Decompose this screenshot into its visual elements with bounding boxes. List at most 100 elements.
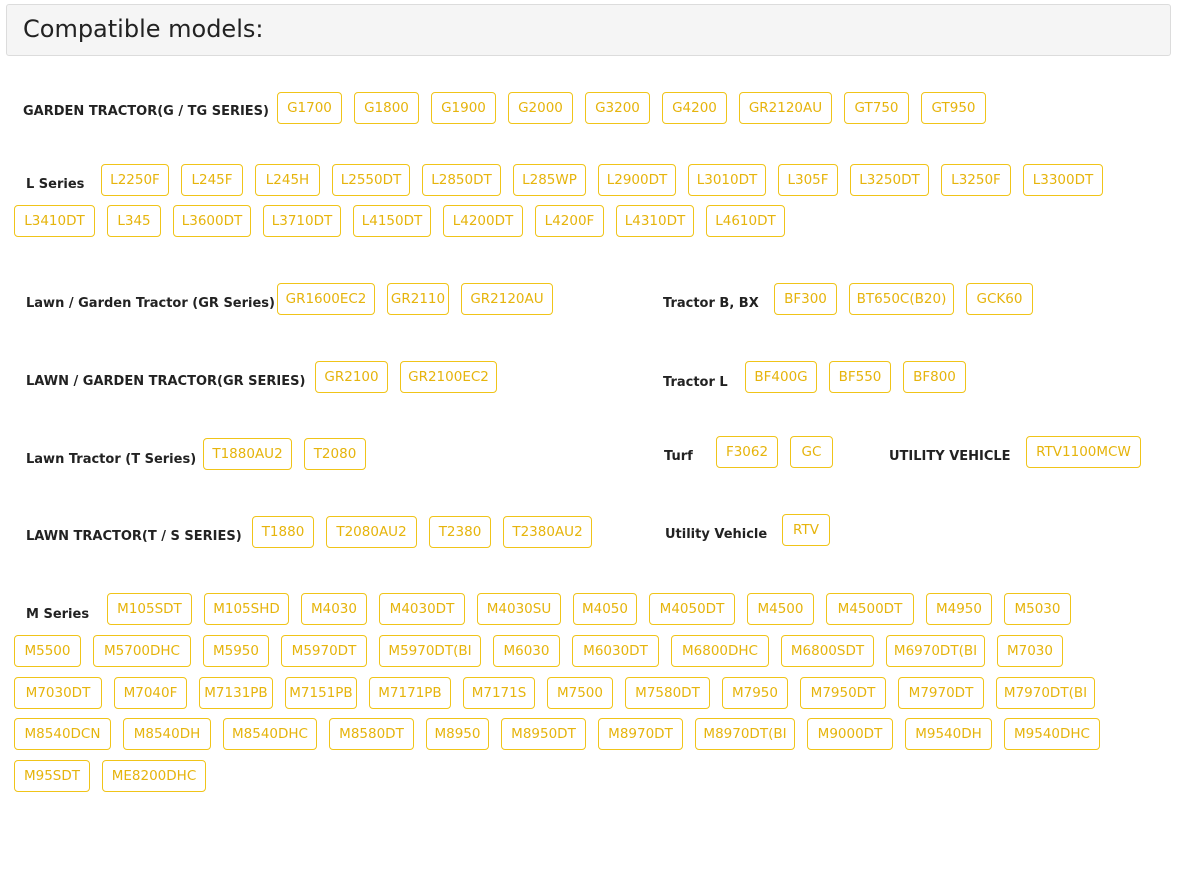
model-chip[interactable]: M8950 [426,718,489,750]
model-chip[interactable]: L285WP [513,164,586,196]
model-chip[interactable]: M4500DT [826,593,914,625]
model-chip[interactable]: L2550DT [332,164,410,196]
model-chip[interactable]: M7950 [722,677,788,709]
model-chip[interactable]: M4050 [573,593,637,625]
model-chip[interactable]: G2000 [508,92,573,124]
model-chip[interactable]: GR2110 [387,283,449,315]
model-chip[interactable]: GR1600EC2 [277,283,375,315]
model-chip[interactable]: L345 [107,205,161,237]
model-chip[interactable]: G1900 [431,92,496,124]
model-chip[interactable]: M4950 [926,593,992,625]
model-chip[interactable]: M5500 [14,635,81,667]
category-label: Utility Vehicle [665,527,768,542]
model-chip[interactable]: GR2120AU [461,283,553,315]
model-chip[interactable]: M95SDT [14,760,90,792]
model-chip[interactable]: M7040F [114,677,187,709]
model-chip[interactable]: L3250F [941,164,1011,196]
model-chip[interactable]: GC [790,436,833,468]
model-chip[interactable]: T2080 [304,438,366,470]
model-chip[interactable]: L4310DT [616,205,694,237]
model-chip[interactable]: GCK60 [966,283,1033,315]
model-chip[interactable]: M4030DT [379,593,465,625]
model-chip[interactable]: L2250F [101,164,169,196]
model-chip[interactable]: T2380AU2 [503,516,592,548]
model-chip[interactable]: M4050DT [649,593,735,625]
model-chip[interactable]: M7171S [463,677,535,709]
model-chip[interactable]: M8580DT [329,718,414,750]
model-chip[interactable]: L3710DT [263,205,341,237]
model-chip[interactable]: M7950DT [800,677,886,709]
model-chip[interactable]: BF300 [774,283,837,315]
model-chip[interactable]: M8970DT(BI [695,718,795,750]
model-chip[interactable]: M105SDT [107,593,192,625]
model-chip[interactable]: L4610DT [706,205,785,237]
model-chip[interactable]: M5950 [203,635,269,667]
model-chip[interactable]: M9540DHC [1004,718,1100,750]
model-chip[interactable]: M6970DT(BI [886,635,985,667]
model-chip[interactable]: M8970DT [598,718,683,750]
model-chip[interactable]: M9540DH [905,718,992,750]
model-chip[interactable]: RTV [782,514,830,546]
model-chip[interactable]: M6030 [493,635,560,667]
model-chip[interactable]: L4200DT [443,205,523,237]
model-chip[interactable]: M7030 [997,635,1063,667]
model-chip[interactable]: G1800 [354,92,419,124]
model-chip[interactable]: BF800 [903,361,966,393]
model-chip[interactable]: M6030DT [572,635,659,667]
model-chip[interactable]: M7030DT [14,677,102,709]
model-chip[interactable]: M7500 [547,677,613,709]
model-chip[interactable]: L305F [778,164,838,196]
model-chip[interactable]: M4030SU [477,593,561,625]
model-chip[interactable]: G1700 [277,92,342,124]
model-chip[interactable]: M8950DT [501,718,586,750]
model-chip[interactable]: ME8200DHC [102,760,206,792]
model-chip[interactable]: M5700DHC [93,635,191,667]
model-chip[interactable]: L4150DT [353,205,431,237]
model-chip[interactable]: M6800SDT [781,635,874,667]
model-chip[interactable]: GT750 [844,92,909,124]
model-chip[interactable]: L3250DT [850,164,929,196]
model-chip[interactable]: M7970DT(BI [996,677,1095,709]
model-chip[interactable]: T1880 [252,516,314,548]
model-chip[interactable]: M6800DHC [671,635,769,667]
model-chip[interactable]: M5970DT [281,635,367,667]
model-chip[interactable]: M4030 [301,593,367,625]
model-chip[interactable]: M7131PB [199,677,273,709]
model-chip[interactable]: T2080AU2 [326,516,417,548]
model-chip[interactable]: L2900DT [598,164,676,196]
model-chip[interactable]: M8540DCN [14,718,111,750]
model-chip[interactable]: L3010DT [688,164,766,196]
model-chip[interactable]: GR2100 [315,361,388,393]
model-chip[interactable]: GR2100EC2 [400,361,497,393]
category-label: M Series [26,607,90,622]
model-chip[interactable]: M7151PB [285,677,357,709]
model-chip[interactable]: M5970DT(BI [379,635,481,667]
model-chip[interactable]: M8540DH [123,718,211,750]
model-chip[interactable]: M9000DT [807,718,893,750]
model-chip[interactable]: M105SHD [204,593,289,625]
model-chip[interactable]: F3062 [716,436,778,468]
model-chip[interactable]: BT650C(B20) [849,283,954,315]
model-chip[interactable]: T2380 [429,516,491,548]
model-chip[interactable]: M8540DHC [223,718,317,750]
model-chip[interactable]: L245F [181,164,243,196]
model-chip[interactable]: M7580DT [625,677,710,709]
model-chip[interactable]: M4500 [747,593,814,625]
model-chip[interactable]: L3410DT [14,205,95,237]
model-chip[interactable]: L245H [255,164,320,196]
model-chip[interactable]: RTV1100MCW [1026,436,1141,468]
model-chip[interactable]: L3600DT [173,205,251,237]
model-chip[interactable]: G4200 [662,92,727,124]
model-chip[interactable]: T1880AU2 [203,438,292,470]
model-chip[interactable]: L3300DT [1023,164,1103,196]
model-chip[interactable]: M5030 [1004,593,1071,625]
model-chip[interactable]: L4200F [535,205,604,237]
model-chip[interactable]: BF400G [745,361,817,393]
model-chip[interactable]: L2850DT [422,164,501,196]
model-chip[interactable]: GR2120AU [739,92,832,124]
model-chip[interactable]: G3200 [585,92,650,124]
model-chip[interactable]: M7171PB [369,677,451,709]
model-chip[interactable]: GT950 [921,92,986,124]
model-chip[interactable]: BF550 [829,361,891,393]
model-chip[interactable]: M7970DT [898,677,984,709]
